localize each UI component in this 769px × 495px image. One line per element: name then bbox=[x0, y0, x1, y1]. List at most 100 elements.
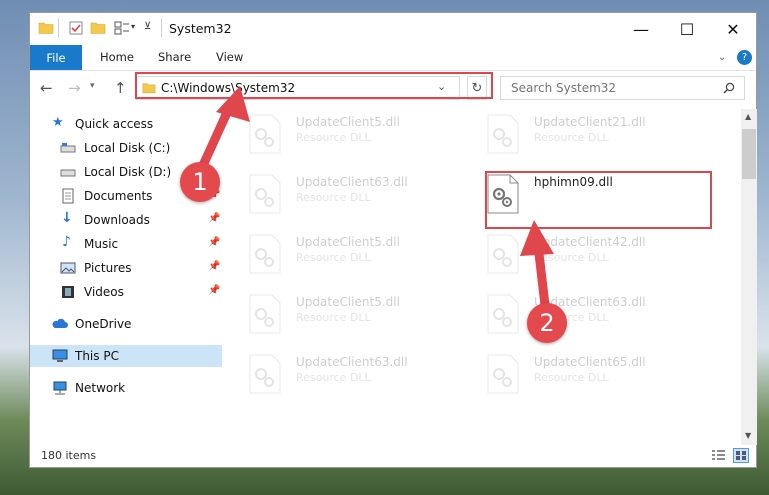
navigation-pane: ★ Quick access Local Disk (C:) Local Dis… bbox=[30, 109, 226, 441]
minimize-button[interactable]: — bbox=[618, 13, 664, 45]
dll-file-icon bbox=[249, 114, 281, 154]
chevron-down-icon[interactable]: ⌄ bbox=[718, 52, 726, 63]
sidebar-item-label: Local Disk (C:) bbox=[84, 141, 171, 155]
sidebar-item-label: Downloads bbox=[84, 213, 150, 227]
scrollbar-thumb[interactable] bbox=[742, 129, 756, 179]
chevron-down-icon[interactable]: ▾ bbox=[131, 22, 135, 31]
help-icon[interactable]: ? bbox=[737, 50, 752, 65]
close-button[interactable]: ✕ bbox=[710, 13, 756, 45]
pictures-icon bbox=[60, 262, 76, 274]
forward-arrow-icon[interactable]: → bbox=[68, 79, 81, 97]
file-type: Resource DLL bbox=[296, 131, 371, 144]
file-item[interactable]: UpdateClient42.dll Resource DLL bbox=[474, 229, 704, 285]
sidebar-item-label: Videos bbox=[84, 285, 124, 299]
sidebar-item-downloads[interactable]: ↓ Downloads 📌 bbox=[30, 209, 222, 231]
view-options-icon[interactable] bbox=[114, 20, 130, 36]
file-name: UpdateClient5.dll bbox=[296, 115, 400, 129]
vertical-scrollbar[interactable]: ▲ ▼ bbox=[741, 109, 757, 445]
dll-file-icon bbox=[487, 294, 519, 334]
pin-icon[interactable]: 📌 bbox=[208, 261, 220, 272]
computer-icon bbox=[52, 349, 68, 362]
file-name: UpdateClient42.dll bbox=[534, 235, 646, 249]
cloud-icon bbox=[52, 318, 68, 328]
sidebar-item-network[interactable]: Network bbox=[30, 377, 222, 399]
pin-icon[interactable]: 📌 bbox=[208, 213, 220, 224]
sidebar-item-label: Network bbox=[75, 381, 126, 395]
file-item[interactable]: UpdateClient5.dll Resource DLL bbox=[236, 229, 466, 285]
search-icon[interactable] bbox=[723, 82, 735, 94]
file-type: Resource DLL bbox=[296, 371, 371, 384]
sidebar-item-label: Music bbox=[84, 237, 119, 251]
file-item[interactable]: UpdateClient63.dll Resource DLL bbox=[474, 289, 704, 345]
file-list: UpdateClient5.dll Resource DLL UpdateCli… bbox=[236, 109, 741, 441]
sidebar-item-this-pc[interactable]: This PC bbox=[30, 345, 222, 367]
pin-icon[interactable]: 📌 bbox=[208, 285, 220, 296]
recent-locations-icon[interactable]: ▾ bbox=[90, 81, 95, 91]
ribbon-tabs: File Home Share View ⌄ ? bbox=[30, 45, 756, 71]
step-1-badge: 1 bbox=[180, 162, 220, 202]
up-arrow-icon[interactable]: ↑ bbox=[114, 79, 127, 97]
file-name: UpdateClient63.dll bbox=[296, 175, 408, 189]
maximize-button[interactable]: ☐ bbox=[664, 13, 710, 45]
item-count: 180 items bbox=[41, 449, 97, 462]
dll-file-icon bbox=[487, 354, 519, 394]
file-name: UpdateClient65.dll bbox=[534, 355, 646, 369]
file-item[interactable]: UpdateClient63.dll Resource DLL bbox=[236, 169, 466, 225]
file-item[interactable]: UpdateClient63.dll Resource DLL bbox=[236, 349, 466, 405]
search-input[interactable] bbox=[509, 80, 713, 96]
music-icon: ♪ bbox=[62, 234, 71, 250]
sidebar-item-music[interactable]: ♪ Music 📌 bbox=[30, 233, 222, 255]
step-2-badge: 2 bbox=[527, 303, 567, 343]
file-item-hphimn09[interactable]: hphimn09.dll bbox=[474, 169, 704, 225]
status-bar: 180 items bbox=[30, 445, 756, 467]
file-name: hphimn09.dll bbox=[534, 175, 613, 189]
network-icon bbox=[53, 381, 67, 395]
download-icon: ↓ bbox=[61, 210, 73, 226]
file-type: Resource DLL bbox=[296, 311, 371, 324]
scroll-down-icon[interactable]: ▼ bbox=[745, 431, 751, 440]
refresh-icon: ↻ bbox=[471, 80, 483, 96]
scroll-up-icon[interactable]: ▲ bbox=[745, 112, 751, 121]
navigation-bar: ← → ▾ ↑ C:\Windows\System32 ⌄ ↻ bbox=[30, 71, 756, 105]
sidebar-item-local-disk-c[interactable]: Local Disk (C:) bbox=[30, 137, 222, 159]
new-folder-icon[interactable] bbox=[90, 20, 106, 36]
star-icon: ★ bbox=[52, 115, 64, 130]
dll-file-icon bbox=[487, 234, 519, 274]
address-bar[interactable]: C:\Windows\System32 ⌄ bbox=[136, 76, 460, 100]
sidebar-item-quick-access[interactable]: ★ Quick access bbox=[30, 113, 222, 135]
file-item[interactable]: UpdateClient5.dll Resource DLL bbox=[236, 109, 466, 165]
file-name: UpdateClient21.dll bbox=[534, 115, 646, 129]
refresh-button[interactable]: ↻ bbox=[467, 76, 487, 100]
file-item[interactable]: UpdateClient5.dll Resource DLL bbox=[236, 289, 466, 345]
sidebar-item-pictures[interactable]: Pictures 📌 bbox=[30, 257, 222, 279]
sidebar-item-label: Quick access bbox=[75, 117, 154, 131]
properties-icon[interactable] bbox=[68, 20, 84, 36]
dll-file-icon bbox=[487, 174, 519, 214]
pin-icon[interactable]: 📌 bbox=[208, 237, 220, 248]
dll-file-icon bbox=[487, 114, 519, 154]
file-name: UpdateClient63.dll bbox=[296, 355, 408, 369]
folder-icon[interactable] bbox=[38, 20, 54, 36]
large-icons-view-icon[interactable] bbox=[733, 448, 749, 463]
customize-toolbar-icon[interactable]: ⊻ bbox=[144, 21, 151, 32]
documents-icon bbox=[62, 188, 74, 204]
details-view-icon[interactable] bbox=[711, 449, 726, 462]
file-item[interactable]: UpdateClient21.dll Resource DLL bbox=[474, 109, 704, 165]
address-path[interactable]: C:\Windows\System32 bbox=[161, 81, 295, 95]
search-box[interactable] bbox=[500, 76, 745, 100]
sidebar-item-videos[interactable]: Videos 📌 bbox=[30, 281, 222, 303]
file-item[interactable]: UpdateClient65.dll Resource DLL bbox=[474, 349, 704, 405]
tab-share[interactable]: Share bbox=[158, 50, 191, 64]
tab-home[interactable]: Home bbox=[100, 50, 134, 64]
drive-icon bbox=[60, 143, 76, 153]
file-name: UpdateClient5.dll bbox=[296, 235, 400, 249]
chevron-down-icon[interactable]: ⌄ bbox=[437, 80, 446, 93]
tab-view[interactable]: View bbox=[216, 50, 243, 64]
sidebar-item-label: OneDrive bbox=[75, 317, 132, 331]
tab-file[interactable]: File bbox=[30, 45, 82, 70]
back-arrow-icon[interactable]: ← bbox=[40, 79, 53, 97]
sidebar-item-label: Pictures bbox=[84, 261, 132, 275]
explorer-window: ▾ ⊻ System32 — ☐ ✕ File Home Share View … bbox=[29, 12, 757, 468]
sidebar-item-label: Local Disk (D:) bbox=[84, 165, 172, 179]
sidebar-item-onedrive[interactable]: OneDrive bbox=[30, 313, 222, 335]
